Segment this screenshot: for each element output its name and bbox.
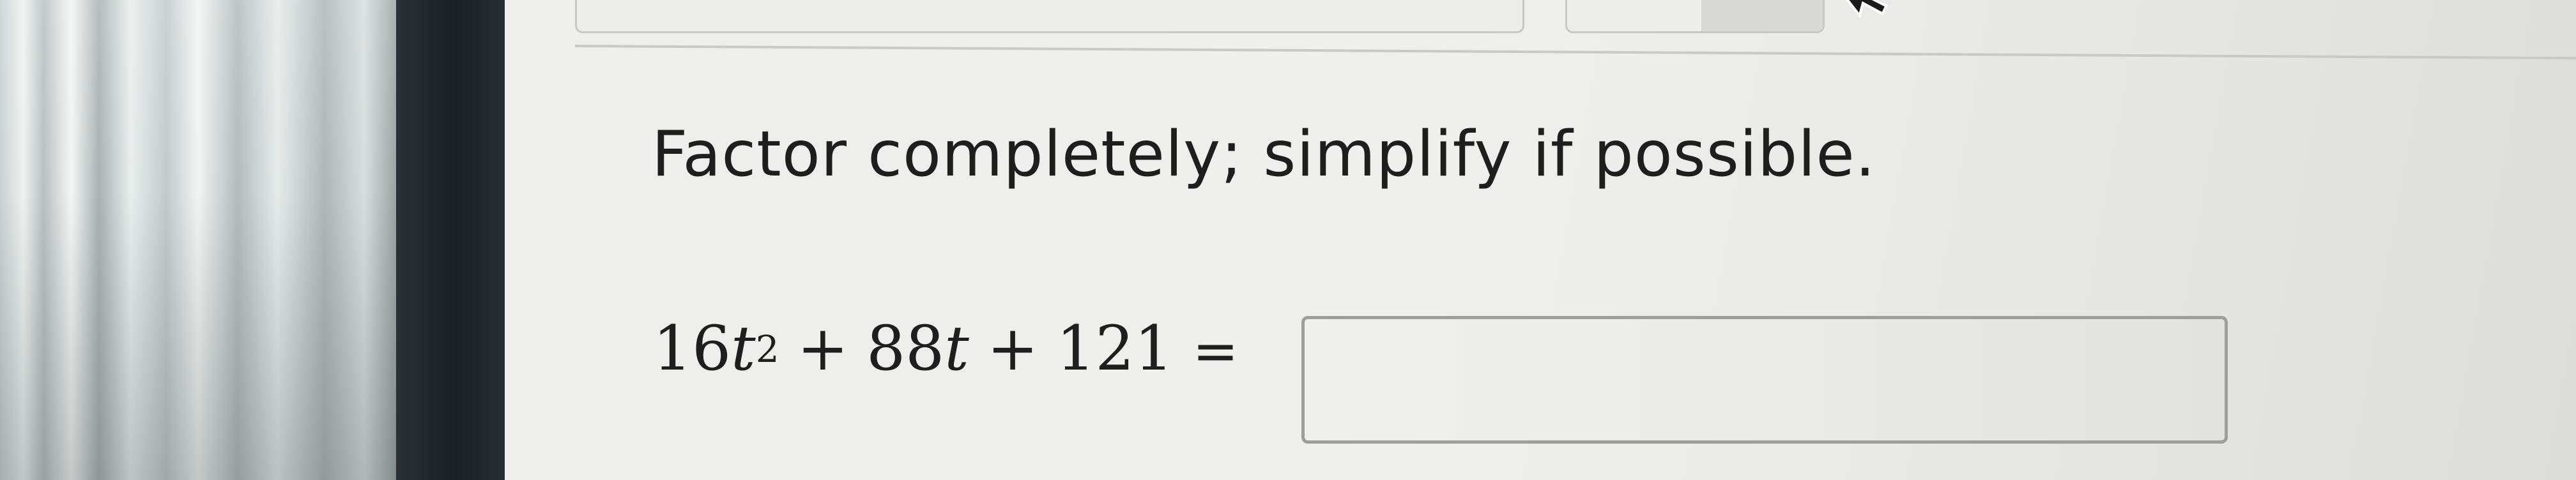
equation-plus-1: + xyxy=(797,313,849,384)
monitor-bezel xyxy=(396,0,505,480)
section-divider xyxy=(574,45,2576,60)
equation-coefficient-2: 88 xyxy=(866,313,945,384)
equation-variable-2: t xyxy=(944,313,969,384)
screen: Factor completely; simplify if possible.… xyxy=(505,0,2576,480)
equation-coefficient-1: 16 xyxy=(653,313,732,384)
equation-plus-2: + xyxy=(986,313,1039,384)
top-panel-right[interactable] xyxy=(1565,0,1825,33)
equation-exponent: 2 xyxy=(755,327,779,371)
photo-scene: Factor completely; simplify if possible.… xyxy=(0,0,2576,480)
answer-input[interactable] xyxy=(1301,316,2228,444)
equation-constant: 121 xyxy=(1056,313,1174,384)
top-panel-left[interactable] xyxy=(575,0,1524,33)
equation-equals-sign: = xyxy=(1192,319,1239,383)
curtain-shadow xyxy=(0,0,396,480)
equation-variable-1: t xyxy=(731,313,756,384)
mouse-pointer-icon xyxy=(1832,0,1889,19)
equation: 16 t 2 + 88 t + 121 = xyxy=(653,313,1252,384)
top-panel-shade xyxy=(1701,0,1823,31)
question-instruction: Factor completely; simplify if possible. xyxy=(652,118,1876,191)
